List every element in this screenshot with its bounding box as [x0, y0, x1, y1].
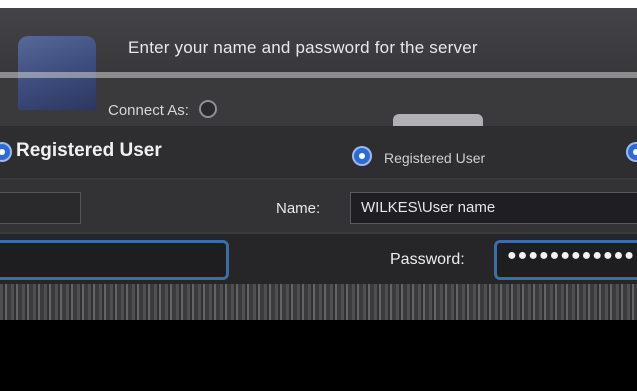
name-value: WILKES\User name — [361, 199, 496, 216]
registered-user-radio-right[interactable] — [626, 142, 637, 162]
login-dialog: Enter your name and password for the ser… — [0, 8, 637, 320]
registered-user-radio[interactable] — [352, 146, 372, 166]
password-masked-value: ●●●●●●●●●●●● — [507, 247, 635, 264]
password-field[interactable]: ●●●●●●●●●●●● — [494, 240, 637, 280]
divider — [0, 72, 637, 78]
guest-radio[interactable] — [199, 100, 218, 118]
top-white-bar — [0, 0, 637, 8]
connect-as-row: Connect As: — [108, 100, 218, 119]
prompt-text: Enter your name and password for the ser… — [128, 38, 478, 57]
registered-user-radio-left[interactable] — [0, 142, 12, 162]
name-field[interactable]: WILKES\User name — [350, 192, 637, 224]
name-row: Name: WILKES\User name — [0, 180, 637, 232]
left-field[interactable] — [0, 192, 81, 224]
registered-user-label: Registered User — [16, 140, 162, 161]
password-row: Password: ●●●●●●●●●●●● — [0, 234, 637, 284]
left-text-field[interactable] — [0, 240, 229, 280]
connect-as-label: Connect As: — [108, 102, 189, 119]
name-label: Name: — [276, 200, 321, 217]
glitch-band — [0, 284, 637, 320]
registered-user-row: Registered User Registered User — [0, 126, 637, 178]
registered-user-label-right: Registered User — [384, 150, 486, 166]
password-label: Password: — [390, 251, 465, 268]
